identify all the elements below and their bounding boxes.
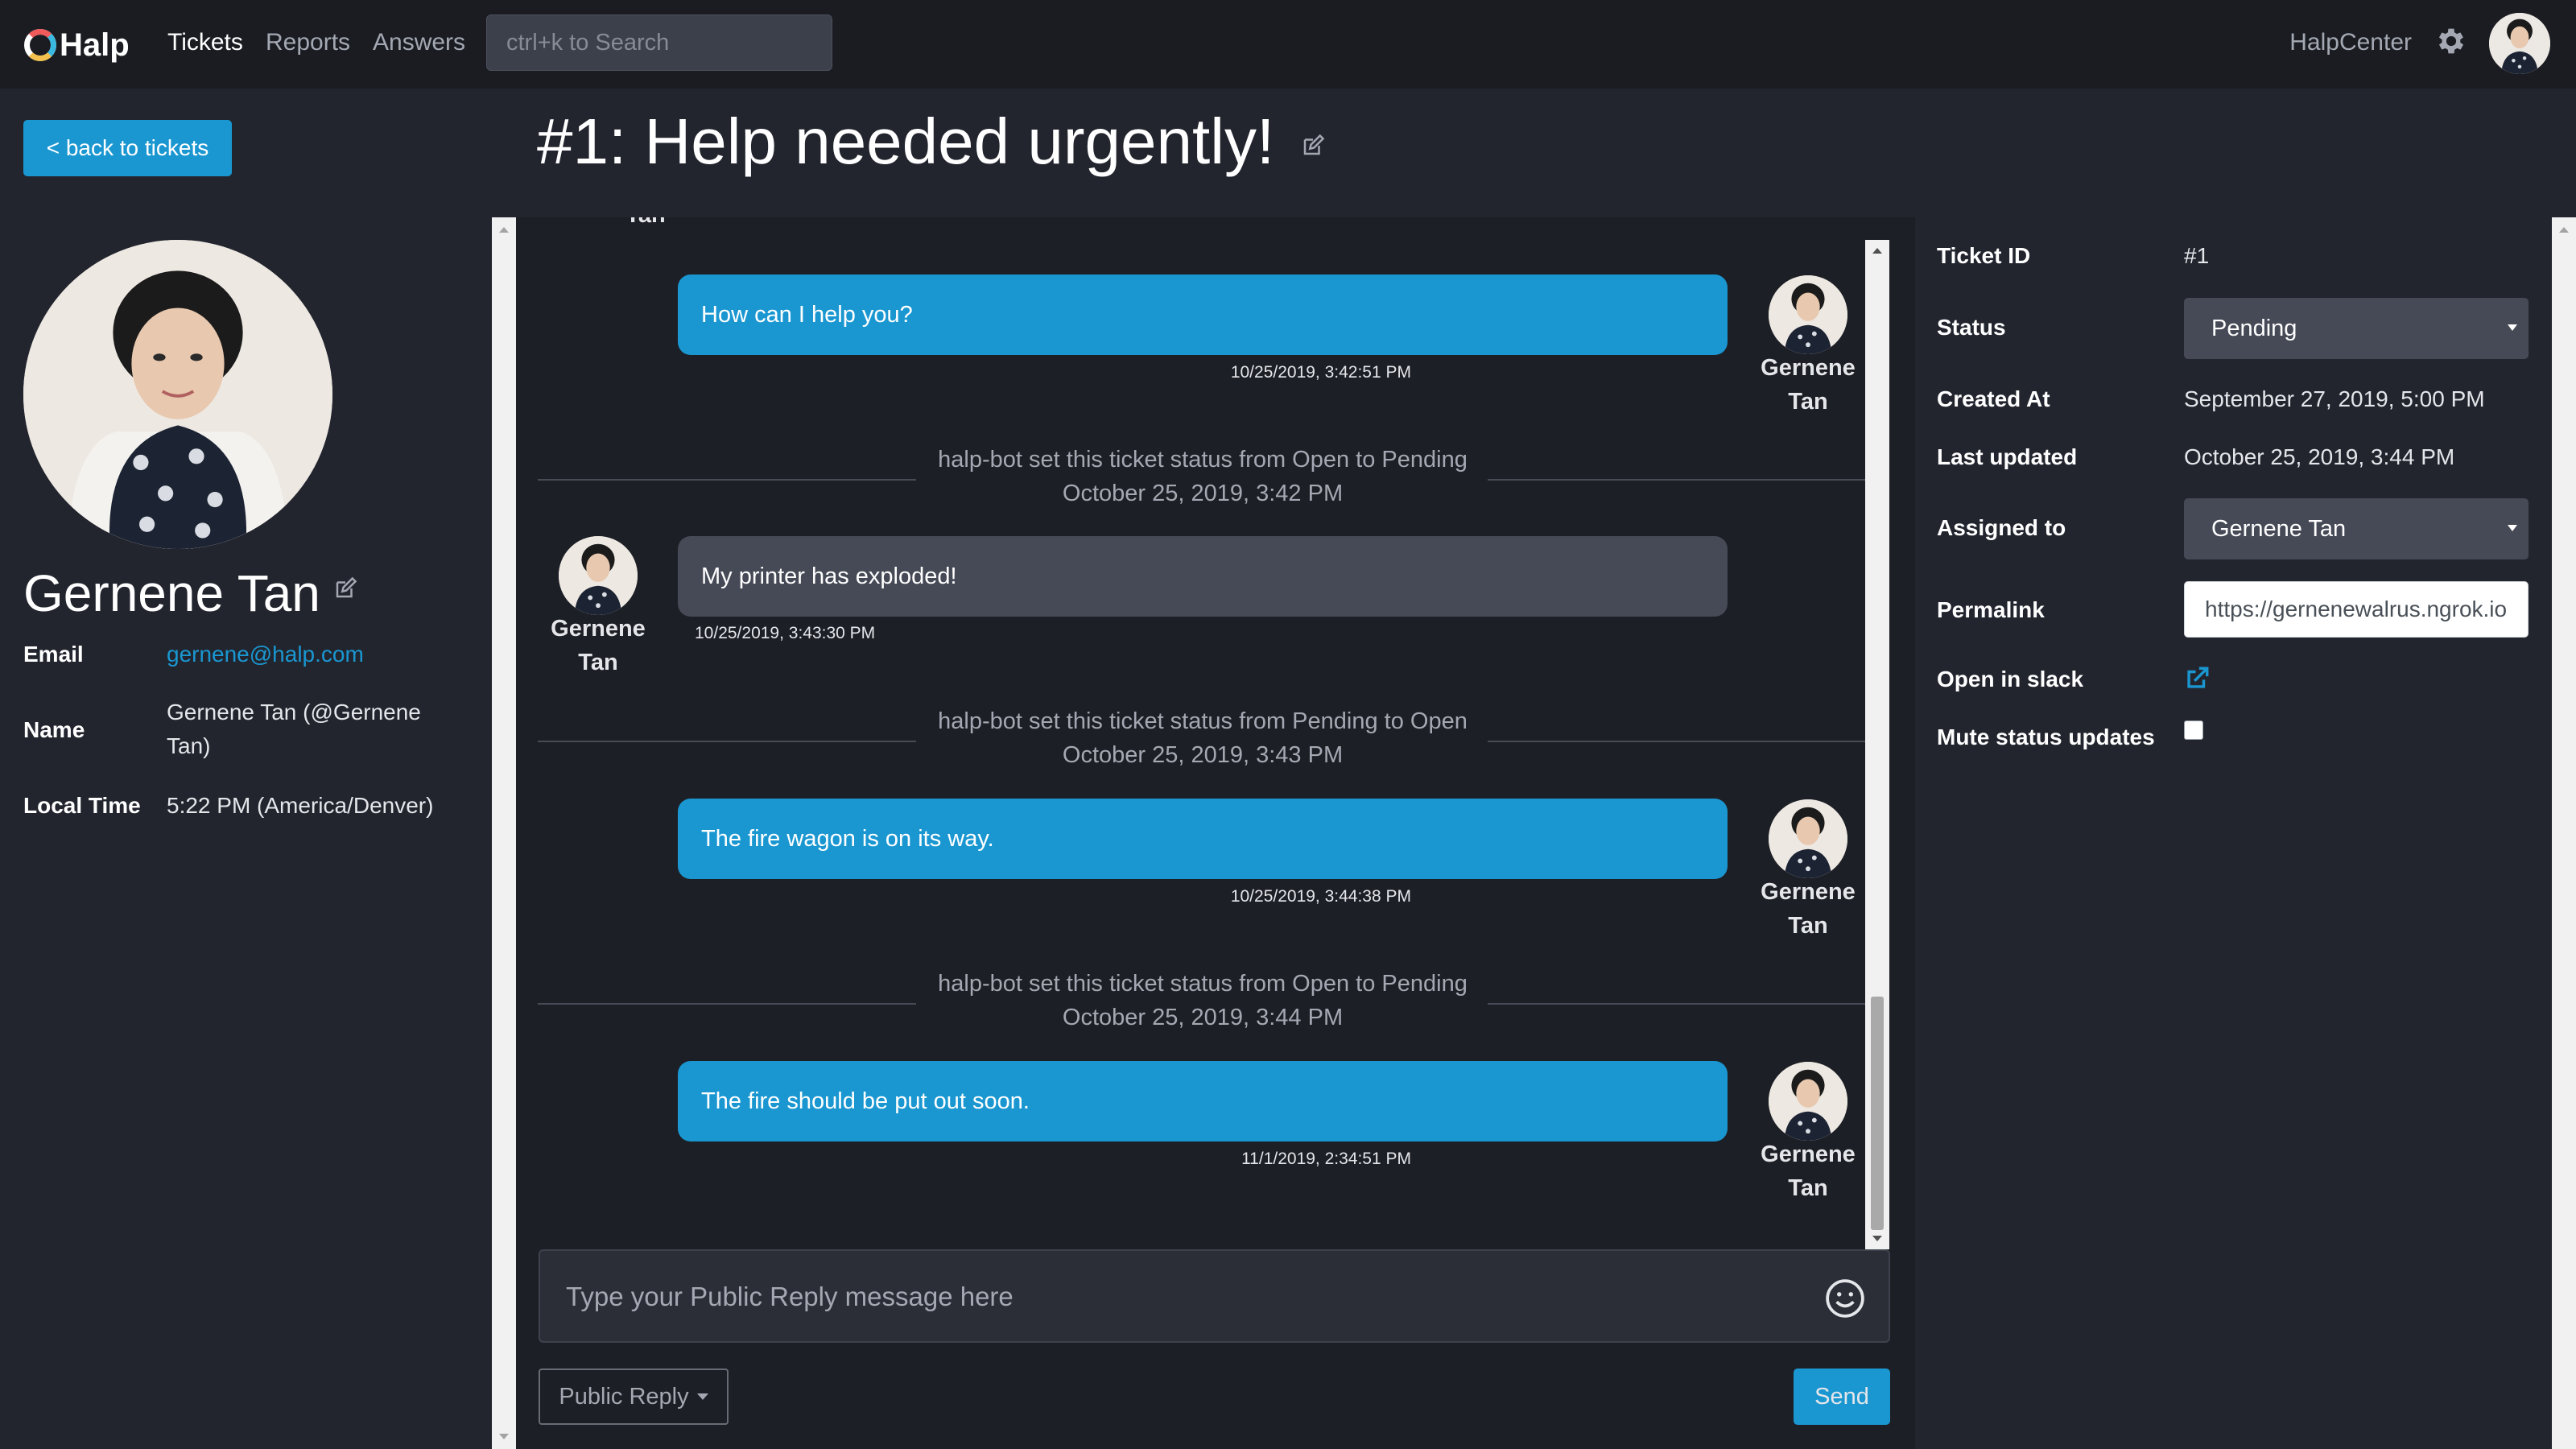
requester-name: Gernene Tan xyxy=(23,564,320,622)
created-at-label: Created At xyxy=(1937,386,2050,411)
name-label: Name xyxy=(23,717,85,742)
page-scrollbar[interactable] xyxy=(2552,217,2576,1449)
logo-ring-icon xyxy=(24,29,56,61)
edit-title-icon[interactable] xyxy=(1301,134,1325,158)
avatar-name-first: Gernene xyxy=(1761,879,1856,905)
scrollbar-thumb[interactable] xyxy=(1871,997,1884,1230)
system-status-date: October 25, 2019, 3:44 PM xyxy=(919,1001,1486,1035)
divider xyxy=(538,741,916,742)
status-select[interactable]: Pending xyxy=(2184,298,2529,359)
chevron-down-icon xyxy=(2508,525,2517,531)
status-label: Status xyxy=(1937,315,2006,340)
reply-mode-dropdown[interactable]: Public Reply xyxy=(539,1368,729,1425)
last-updated-value: October 25, 2019, 3:44 PM xyxy=(2184,444,2455,469)
page-title: #1: Help needed urgently! xyxy=(537,105,1275,177)
user-avatar[interactable] xyxy=(2489,13,2550,74)
message-timestamp: 10/25/2019, 3:44:38 PM xyxy=(1230,887,1411,906)
agent-avatar xyxy=(1769,1062,1847,1141)
assignee-value: Gernene Tan xyxy=(2211,515,2347,542)
divider xyxy=(1488,479,1865,481)
mute-status-checkbox[interactable] xyxy=(2184,720,2203,740)
permalink-field[interactable] xyxy=(2184,581,2529,638)
send-button[interactable]: Send xyxy=(1794,1368,1890,1425)
divider xyxy=(538,1003,916,1005)
halp-logo[interactable]: Halp xyxy=(24,24,130,66)
permalink-label: Permalink xyxy=(1937,597,2045,622)
back-to-tickets-button[interactable]: < back to tickets xyxy=(23,120,232,176)
message-list-scrollbar[interactable] xyxy=(1865,240,1889,1249)
message-timestamp: 10/25/2019, 3:42:51 PM xyxy=(1230,363,1411,382)
avatar-name-partial: Tan xyxy=(589,217,702,232)
assigned-to-label: Assigned to xyxy=(1937,515,2066,540)
message-timestamp: 11/1/2019, 2:34:51 PM xyxy=(1241,1150,1411,1168)
message-timestamp: 10/25/2019, 3:43:30 PM xyxy=(695,624,876,642)
edit-name-icon[interactable] xyxy=(333,576,357,601)
system-status-text: halp-bot set this ticket status from Pen… xyxy=(919,704,1486,739)
chevron-down-icon xyxy=(2508,324,2517,331)
display-name-line2: Tan) xyxy=(167,733,211,758)
divider xyxy=(538,479,916,481)
divider xyxy=(1488,741,1865,742)
nav-tickets-link[interactable]: Tickets xyxy=(167,29,243,56)
assignee-select[interactable]: Gernene Tan xyxy=(2184,498,2529,559)
conversation-outer-scrollbar[interactable] xyxy=(492,217,516,1449)
mute-status-label: Mute status updates xyxy=(1937,724,2155,749)
message-list: Tan How can I help you? 10/25/2019, 3:42… xyxy=(516,217,1865,1249)
display-name-line1: Gernene Tan (@Gernene xyxy=(167,700,421,724)
ticket-id-value: #1 xyxy=(2184,243,2210,268)
avatar-name-first: Gernene xyxy=(551,616,646,642)
avatar-name-first: Gernene xyxy=(1761,355,1856,381)
external-link-icon[interactable] xyxy=(2183,665,2211,692)
ticket-id-label: Ticket ID xyxy=(1937,243,2031,268)
agent-avatar xyxy=(1769,275,1847,354)
agent-message: How can I help you? xyxy=(678,275,1728,355)
agent-avatar xyxy=(1769,799,1847,878)
top-navbar: Halp Tickets Reports Answers HalpCenter xyxy=(0,0,2576,89)
avatar-name-last: Tan xyxy=(1788,389,1828,415)
open-in-slack-label: Open in slack xyxy=(1937,667,2084,691)
reply-input[interactable] xyxy=(566,1274,1773,1320)
agent-message: The fire wagon is on its way. xyxy=(678,799,1728,879)
halpcenter-link[interactable]: HalpCenter xyxy=(2289,29,2412,56)
reply-mode-label: Public Reply xyxy=(559,1383,689,1410)
requester-avatar xyxy=(559,536,638,615)
system-status-text: halp-bot set this ticket status from Ope… xyxy=(919,443,1486,477)
last-updated-label: Last updated xyxy=(1937,444,2078,469)
avatar-name-last: Tan xyxy=(1788,1175,1828,1201)
email-link[interactable]: gernene@halp.com xyxy=(167,638,364,671)
search-input[interactable] xyxy=(486,14,832,71)
local-time-value: 5:22 PM (America/Denver) xyxy=(167,793,434,818)
nav-reports-link[interactable]: Reports xyxy=(266,29,350,56)
emoji-icon[interactable] xyxy=(1825,1278,1865,1319)
system-status-text: halp-bot set this ticket status from Ope… xyxy=(919,967,1486,1001)
chevron-down-icon xyxy=(696,1393,708,1400)
email-label: Email xyxy=(23,642,84,667)
divider xyxy=(1488,1003,1865,1005)
requester-photo xyxy=(23,240,332,549)
avatar-name-first: Gernene xyxy=(1761,1141,1856,1167)
system-status-date: October 25, 2019, 3:43 PM xyxy=(919,738,1486,773)
user-message: My printer has exploded! xyxy=(678,536,1728,617)
created-at-value: September 27, 2019, 5:00 PM xyxy=(2184,386,2485,411)
local-time-label: Local Time xyxy=(23,793,141,818)
reply-composer xyxy=(539,1249,1890,1343)
avatar-name-last: Tan xyxy=(578,650,618,675)
gear-icon[interactable] xyxy=(2434,24,2468,58)
avatar-name-last: Tan xyxy=(1788,913,1828,939)
logo-text: Halp xyxy=(60,27,130,63)
system-status-date: October 25, 2019, 3:42 PM xyxy=(919,477,1486,511)
agent-message: The fire should be put out soon. xyxy=(678,1061,1728,1141)
nav-answers-link[interactable]: Answers xyxy=(373,29,465,56)
status-value: Pending xyxy=(2211,315,2297,341)
